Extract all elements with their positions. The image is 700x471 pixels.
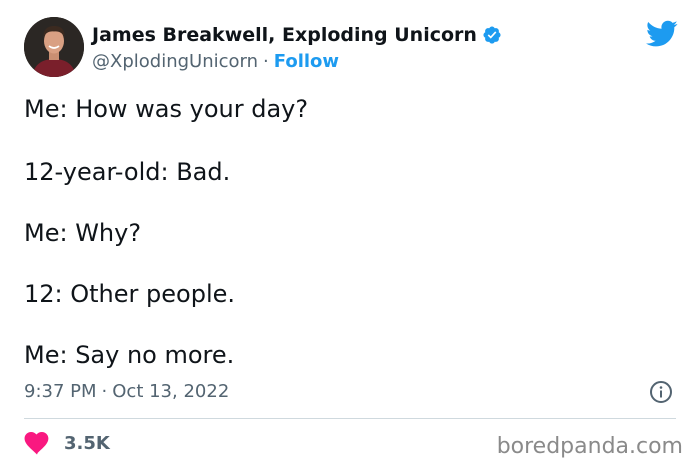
tweet-text-line: 12-year-old: Bad.	[24, 158, 231, 186]
tweet-timestamp[interactable]: 9:37 PM · Oct 13, 2022	[24, 378, 229, 404]
follow-button[interactable]: Follow	[274, 51, 339, 72]
author-name-row: James Breakwell, Exploding Unicorn	[92, 22, 502, 48]
timestamp-separator: ·	[101, 380, 108, 402]
author-handle-row: @XplodingUnicorn · Follow	[92, 49, 339, 73]
tweet-date: Oct 13, 2022	[112, 380, 230, 402]
info-icon[interactable]	[649, 380, 673, 404]
watermark: boredpanda.com	[496, 433, 683, 459]
divider	[24, 418, 676, 419]
author-display-name[interactable]: James Breakwell, Exploding Unicorn	[92, 24, 477, 46]
avatar[interactable]	[24, 17, 84, 77]
verified-badge-icon	[482, 25, 502, 45]
like-count: 3.5K	[64, 432, 110, 454]
author-handle[interactable]: @XplodingUnicorn	[92, 51, 258, 72]
tweet-text-line: Me: Say no more.	[24, 341, 235, 369]
twitter-bird-icon[interactable]	[646, 20, 678, 48]
avatar-photo	[24, 17, 84, 77]
handle-separator: ·	[263, 50, 269, 72]
tweet-text-line: Me: How was your day?	[24, 95, 309, 123]
tweet-text-line: Me: Why?	[24, 219, 142, 247]
tweet-time: 9:37 PM	[24, 380, 97, 402]
like-button[interactable]: 3.5K	[24, 429, 110, 457]
heart-icon	[24, 431, 50, 455]
tweet-text-line: 12: Other people.	[24, 280, 236, 308]
tweet-card: James Breakwell, Exploding Unicorn @Xplo…	[0, 0, 700, 471]
